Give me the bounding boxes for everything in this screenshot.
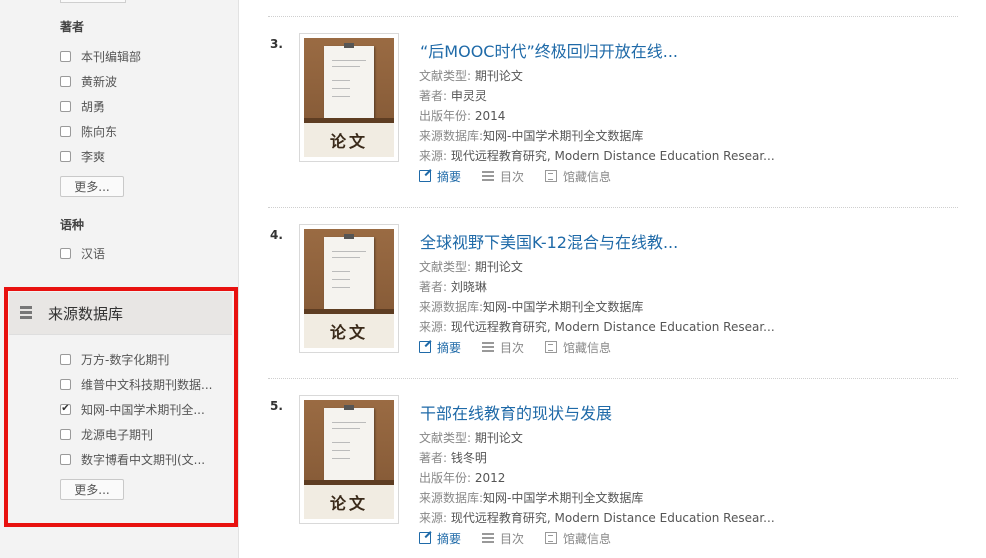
edit-icon <box>419 341 431 353</box>
summary-button[interactable]: 摘要 <box>419 530 461 547</box>
result-actions: 摘要 目次 馆藏信息 <box>419 339 632 355</box>
more-button-stub[interactable] <box>60 0 126 3</box>
result-meta-type: 文献类型: 期刊论文 <box>419 431 523 445</box>
thumbnail-label: 论文 <box>304 485 394 519</box>
thumbnail-label: 论文 <box>304 123 394 157</box>
holdings-button[interactable]: 馆藏信息 <box>545 168 611 185</box>
author-filter-item[interactable]: 李爽 <box>60 147 105 165</box>
result-meta-database: 来源数据库:知网-中国学术期刊全文数据库 <box>419 129 644 143</box>
result-meta-type: 文献类型: 期刊论文 <box>419 260 523 274</box>
result-meta-year: 出版年份: 2014 <box>419 109 506 123</box>
language-facet-title: 语种 <box>60 218 85 232</box>
author-filter-item[interactable]: 陈向东 <box>60 122 117 140</box>
result-meta-author: 著者: 钱冬明 <box>419 451 487 465</box>
summary-button[interactable]: 摘要 <box>419 168 461 185</box>
author-facet-title: 著者 <box>60 20 85 34</box>
result-meta-source: 来源: 现代远程教育研究, Modern Distance Education … <box>419 320 775 334</box>
highlight-box <box>4 287 238 527</box>
toc-button[interactable]: 目次 <box>482 530 524 547</box>
result-number: 3. <box>270 37 283 51</box>
result-meta-database: 来源数据库:知网-中国学术期刊全文数据库 <box>419 491 644 505</box>
author-filter-item[interactable]: 胡勇 <box>60 97 105 115</box>
result-divider <box>268 16 958 17</box>
author-filter-label: 胡勇 <box>81 99 106 114</box>
checkbox[interactable] <box>60 75 71 87</box>
author-filter-item[interactable]: 黄新波 <box>60 72 117 90</box>
toc-button[interactable]: 目次 <box>482 339 524 356</box>
result-number: 4. <box>270 228 283 242</box>
checkbox[interactable] <box>60 150 71 162</box>
language-filter-label: 汉语 <box>81 246 106 261</box>
book-icon <box>545 170 558 182</box>
sidebar: 著者 本刊编辑部 黄新波 胡勇 陈向东 李爽 更多... 语种 汉语 来源数据库… <box>0 0 239 558</box>
edit-icon <box>419 170 431 182</box>
book-icon <box>545 532 558 544</box>
checkbox[interactable] <box>60 50 71 62</box>
result-thumbnail[interactable]: 论文 <box>299 33 399 162</box>
result-meta-author: 著者: 刘晓琳 <box>419 280 487 294</box>
result-meta-source: 来源: 现代远程教育研究, Modern Distance Education … <box>419 511 775 525</box>
result-meta-type: 文献类型: 期刊论文 <box>419 69 523 83</box>
book-icon <box>545 341 558 353</box>
language-filter-item[interactable]: 汉语 <box>60 244 105 262</box>
edit-icon <box>419 532 431 544</box>
author-more-button[interactable]: 更多... <box>60 176 124 197</box>
checkbox[interactable] <box>60 125 71 137</box>
result-thumbnail[interactable]: 论文 <box>299 395 399 524</box>
result-divider <box>268 207 958 208</box>
toc-button[interactable]: 目次 <box>482 168 524 185</box>
result-title-link[interactable]: “后MOOC时代”终极回归开放在线... <box>420 38 678 62</box>
checkbox[interactable] <box>60 247 71 259</box>
author-filter-label: 本刊编辑部 <box>81 49 142 64</box>
holdings-button[interactable]: 馆藏信息 <box>545 339 611 356</box>
result-meta-year: 出版年份: 2012 <box>419 471 506 485</box>
result-actions: 摘要 目次 馆藏信息 <box>419 168 632 184</box>
result-meta-source: 来源: 现代远程教育研究, Modern Distance Education … <box>419 149 775 163</box>
thumbnail-label: 论文 <box>304 314 394 348</box>
author-filter-item[interactable]: 本刊编辑部 <box>60 47 141 65</box>
result-actions: 摘要 目次 馆藏信息 <box>419 530 632 546</box>
result-number: 5. <box>270 399 283 413</box>
author-filter-label: 陈向东 <box>81 124 118 139</box>
result-divider <box>268 378 958 379</box>
summary-button[interactable]: 摘要 <box>419 339 461 356</box>
author-filter-label: 黄新波 <box>81 74 118 89</box>
holdings-button[interactable]: 馆藏信息 <box>545 530 611 547</box>
result-title-link[interactable]: 干部在线教育的现状与发展 <box>420 400 612 424</box>
author-filter-label: 李爽 <box>81 149 106 164</box>
result-meta-author: 著者: 申灵灵 <box>419 89 487 103</box>
list-icon <box>482 532 495 544</box>
result-title-link[interactable]: 全球视野下美国K-12混合与在线教... <box>420 229 678 253</box>
list-icon <box>482 170 495 182</box>
result-meta-database: 来源数据库:知网-中国学术期刊全文数据库 <box>419 300 644 314</box>
list-icon <box>482 341 495 353</box>
checkbox[interactable] <box>60 100 71 112</box>
result-thumbnail[interactable]: 论文 <box>299 224 399 353</box>
